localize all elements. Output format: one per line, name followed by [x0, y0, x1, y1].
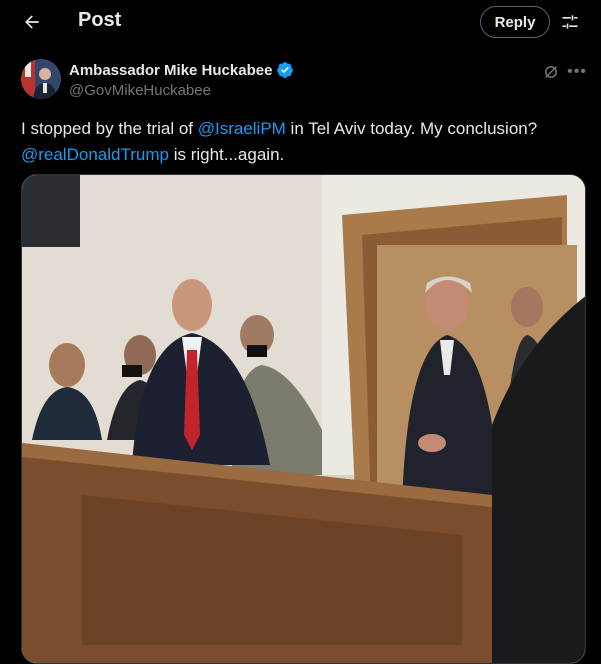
grok-button[interactable] — [540, 61, 562, 83]
arrow-left-icon — [25, 15, 39, 29]
more-options-button[interactable]: ••• — [566, 61, 588, 83]
reply-button[interactable]: Reply — [480, 6, 550, 38]
sliders-icon — [562, 15, 578, 29]
author-row: Ambassador Mike Huckabee — [69, 61, 294, 79]
mention-israelipm[interactable]: @IsraeliPM — [198, 119, 286, 138]
mention-realdonaldtrump[interactable]: @realDonaldTrump — [21, 145, 169, 164]
verified-badge-icon — [277, 62, 294, 78]
page-title: Post — [78, 9, 122, 31]
post-header: Post Reply — [0, 0, 601, 43]
settings-button[interactable] — [558, 10, 582, 34]
back-button[interactable] — [18, 8, 46, 36]
more-horizontal-icon: ••• — [567, 63, 587, 80]
tweet-text-part2: in Tel Aviv today. My conclusion? — [285, 119, 538, 138]
author-name[interactable]: Ambassador Mike Huckabee — [69, 62, 272, 79]
tweet-text-part1: I stopped by the trial of — [21, 119, 198, 138]
avatar[interactable] — [21, 59, 61, 99]
tweet-text: I stopped by the trial of @IsraeliPM in … — [21, 116, 581, 168]
tweet-text-part3: is right...again. — [168, 145, 285, 164]
tweet-photo[interactable] — [21, 174, 586, 664]
grok-icon — [545, 66, 557, 78]
author-handle[interactable]: @GovMikeHuckabee — [69, 82, 211, 99]
